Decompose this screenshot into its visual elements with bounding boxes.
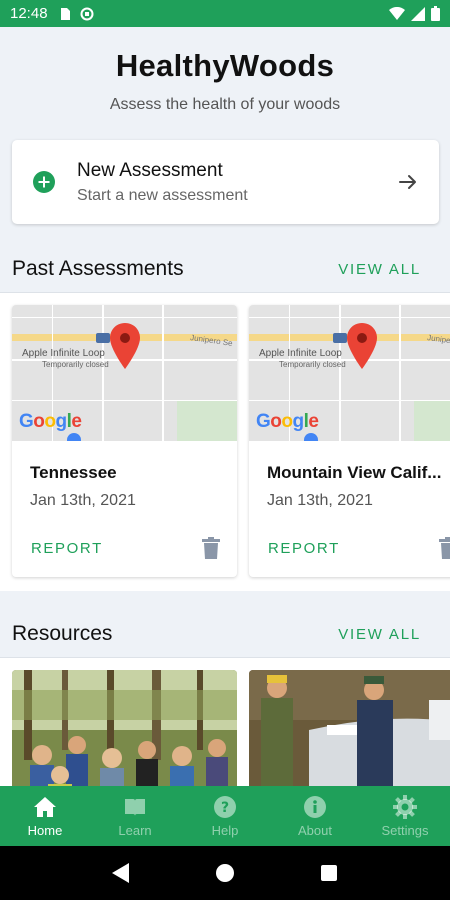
- resource-card[interactable]: [12, 670, 237, 786]
- info-icon: [304, 795, 326, 818]
- nav-item-help[interactable]: ? Help: [180, 786, 270, 846]
- data-saver-icon: [80, 7, 94, 20]
- assessment-card[interactable]: Apple Infinite Loop Temporarily closed J…: [249, 305, 450, 577]
- nav-item-about[interactable]: About: [270, 786, 360, 846]
- map-street-label: Junipero Se: [426, 333, 450, 348]
- map-place-label: Apple Infinite Loop: [22, 348, 105, 359]
- assessment-card[interactable]: Apple Infinite Loop Temporarily closed J…: [12, 305, 237, 577]
- signal-icon: [411, 6, 425, 21]
- system-navigation-bar: [0, 846, 450, 900]
- app-header: HealthyWoods Assess the health of your w…: [0, 27, 450, 137]
- new-assessment-subtitle: Start a new assessment: [77, 186, 248, 204]
- map-status-label: Temporarily closed: [42, 360, 109, 369]
- assessment-date: Jan 13th, 2021: [30, 492, 136, 509]
- resources-header: Resources VIEW ALL: [0, 609, 450, 659]
- nav-label: About: [298, 822, 332, 838]
- resources-view-all-button[interactable]: VIEW ALL: [338, 626, 421, 643]
- add-circle-icon: [33, 171, 55, 193]
- resource-photo-men-with-truck: [249, 670, 450, 786]
- bottom-navigation: Home Learn ? Help About Settings: [0, 786, 450, 846]
- map-pin-icon: [347, 323, 377, 369]
- assessment-date: Jan 13th, 2021: [267, 492, 373, 509]
- resource-photo-group-in-forest: [12, 670, 237, 786]
- resources-list[interactable]: [0, 657, 450, 786]
- past-assessments-title: Past Assessments: [12, 257, 184, 280]
- resources-title: Resources: [12, 622, 113, 645]
- arrow-right-icon: [399, 175, 416, 189]
- past-assessments-header: Past Assessments VIEW ALL: [0, 244, 450, 294]
- battery-icon: [431, 6, 440, 21]
- nav-label: Learn: [118, 822, 152, 838]
- wifi-icon: [389, 6, 405, 20]
- new-assessment-card[interactable]: New Assessment Start a new assessment: [12, 140, 439, 224]
- new-assessment-title: New Assessment: [77, 159, 223, 181]
- app-subtitle: Assess the health of your woods: [109, 96, 341, 113]
- nav-item-home[interactable]: Home: [0, 786, 90, 846]
- map-place-label: Apple Infinite Loop: [259, 348, 342, 359]
- app-title: HealthyWoods: [115, 48, 335, 83]
- google-logo: Google: [19, 411, 82, 432]
- highway-shield-icon: [333, 333, 347, 343]
- nav-label: Home: [27, 822, 63, 838]
- map-thumbnail: Apple Infinite Loop Temporarily closed J…: [249, 305, 450, 441]
- trash-icon[interactable]: [439, 537, 450, 559]
- help-icon: ?: [214, 795, 236, 818]
- recents-icon[interactable]: [320, 864, 338, 882]
- map-pin-icon: [110, 323, 140, 369]
- trash-icon[interactable]: [202, 537, 220, 559]
- nav-label: Settings: [381, 822, 429, 838]
- map-thumbnail: Apple Infinite Loop Temporarily closed J…: [12, 305, 237, 441]
- status-time: 12:48: [10, 5, 48, 22]
- svg-text:?: ?: [221, 800, 229, 816]
- google-logo: Google: [256, 411, 319, 432]
- sim-card-icon: [60, 7, 70, 20]
- past-assessments-list[interactable]: Apple Infinite Loop Temporarily closed J…: [0, 292, 450, 591]
- nav-label: Help: [211, 822, 239, 838]
- report-button[interactable]: REPORT: [31, 540, 103, 557]
- assessment-name: Mountain View Calif...: [267, 463, 442, 482]
- location-dot-icon: [67, 433, 81, 441]
- home-icon: [34, 796, 56, 817]
- report-button[interactable]: REPORT: [268, 540, 340, 557]
- book-icon: [125, 798, 145, 816]
- location-dot-icon: [304, 433, 318, 441]
- nav-item-learn[interactable]: Learn: [90, 786, 180, 846]
- status-bar: 12:48: [0, 0, 450, 27]
- resource-card[interactable]: [249, 670, 450, 786]
- highway-shield-icon: [96, 333, 110, 343]
- back-icon[interactable]: [112, 863, 130, 883]
- gear-icon: [393, 794, 417, 819]
- map-status-label: Temporarily closed: [279, 360, 346, 369]
- nav-item-settings[interactable]: Settings: [360, 786, 450, 846]
- assessment-name: Tennessee: [30, 463, 117, 482]
- home-circle-icon[interactable]: [215, 863, 235, 883]
- past-assessments-view-all-button[interactable]: VIEW ALL: [338, 261, 421, 278]
